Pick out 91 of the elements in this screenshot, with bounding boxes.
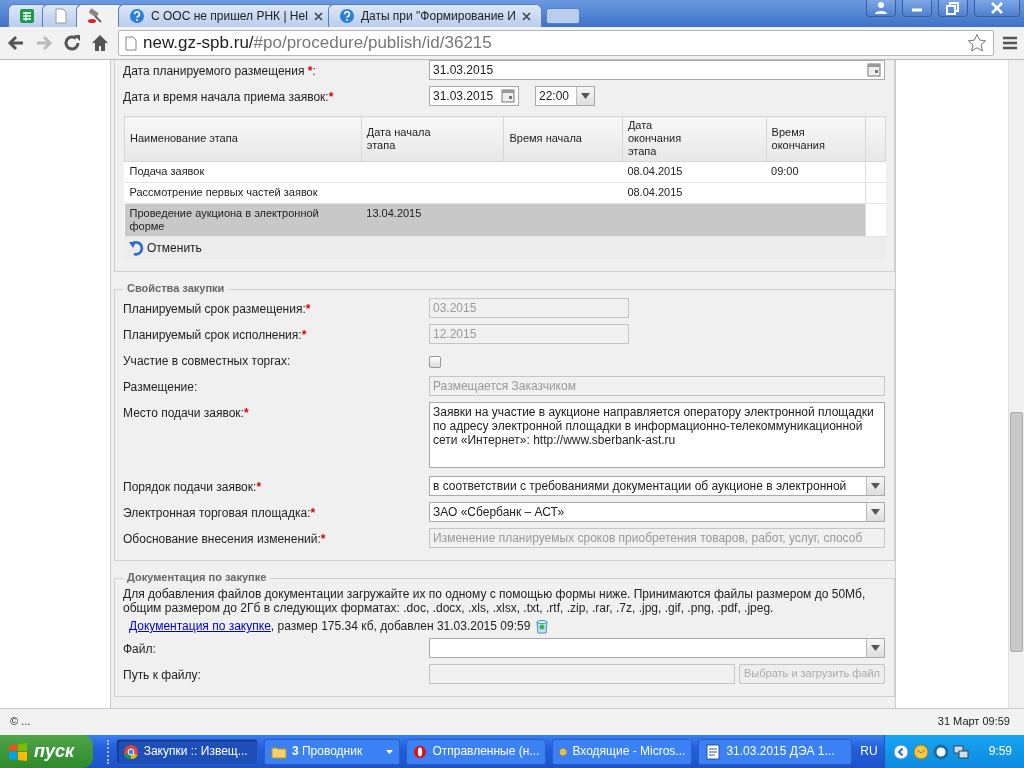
profile-icon[interactable] bbox=[872, 0, 890, 16]
ring-icon[interactable] bbox=[932, 743, 949, 760]
readonly-field: 12.2015 bbox=[429, 323, 629, 344]
page-icon bbox=[53, 8, 69, 24]
caret-icon bbox=[871, 644, 880, 651]
column-header[interactable]: Дата окончания этапа bbox=[622, 116, 767, 162]
time-dropdown[interactable]: 22:00 bbox=[535, 86, 595, 106]
table-cell: 13.04.2015 bbox=[361, 203, 504, 237]
opera-icon bbox=[413, 743, 428, 760]
restore-icon[interactable] bbox=[944, 0, 962, 16]
table-row[interactable]: Проведение аукциона в электронной форме 13.04.2015 bbox=[124, 203, 886, 237]
help-icon bbox=[129, 8, 145, 24]
document-icon bbox=[705, 743, 722, 760]
undo-icon bbox=[128, 239, 146, 256]
section-title: Свойства закупки bbox=[123, 281, 229, 296]
readonly-field: Изменение планируемых сроков приобретения товаров, работ, услуг, способ bbox=[429, 527, 885, 548]
field-label: Дата и время начала приема заявок:* bbox=[123, 89, 335, 105]
text-area[interactable]: Заявки на участие в аукционе направляется оператору электронной площадки по адресу электронной площадки в информационно-телекоммуникационной сети «Интернет»: http://www.sberbank-ast.ru bbox=[429, 401, 885, 468]
calendar-icon[interactable] bbox=[867, 63, 881, 77]
dropdown[interactable]: в соответствии с требованиями документации об аукционе в электронной bbox=[429, 475, 885, 496]
readonly-field: Размещается Заказчиком bbox=[429, 375, 885, 396]
help-icon bbox=[338, 8, 355, 24]
undo-link[interactable]: Отменить bbox=[124, 236, 886, 259]
date-field[interactable]: 31.03.2015 bbox=[429, 86, 519, 106]
table-cell: 08.04.2015 bbox=[622, 182, 767, 204]
language-indicator[interactable]: RU bbox=[860, 744, 878, 759]
field-label: Размещение: bbox=[123, 378, 199, 395]
calendar-icon[interactable] bbox=[501, 89, 515, 103]
new-tab-button[interactable] bbox=[546, 8, 580, 24]
field-label: Файл: bbox=[123, 640, 157, 657]
file-path-field[interactable] bbox=[429, 663, 735, 684]
browser-tab[interactable]: Даты при "Формирование И bbox=[327, 4, 542, 27]
star-icon[interactable] bbox=[967, 33, 987, 53]
field-label: Путь к файлу: bbox=[123, 666, 202, 683]
column-header[interactable]: Дата начала этапа bbox=[361, 116, 504, 162]
page-icon bbox=[125, 35, 137, 51]
taskbar-button[interactable]: Входящие - Micros... bbox=[552, 738, 693, 765]
spreadsheet-icon bbox=[19, 8, 35, 24]
field-label: Дата планируемого размещения *: bbox=[123, 63, 317, 79]
taskbar-button[interactable]: 31.03.2015 ДЭА 1... bbox=[698, 738, 853, 765]
envelope-icon[interactable] bbox=[912, 743, 929, 760]
column-header[interactable]: Время окончания bbox=[766, 116, 866, 162]
table-row[interactable]: Рассмотрение первых частей заявок 08.04.2015 bbox=[124, 182, 886, 204]
gavel-icon bbox=[87, 8, 103, 24]
home-icon[interactable] bbox=[90, 33, 110, 53]
taskbar-button[interactable]: 3 Проводник bbox=[263, 738, 401, 765]
checkbox[interactable] bbox=[429, 355, 441, 368]
dropdown[interactable]: ЗАО «Сбербанк – АСТ» bbox=[429, 501, 885, 522]
taskbar-button[interactable]: Отправленные (н... bbox=[406, 738, 547, 765]
menu-icon[interactable] bbox=[1002, 35, 1018, 51]
table-cell: 08.04.2015 bbox=[622, 161, 767, 183]
network-icon[interactable] bbox=[952, 743, 969, 760]
field-label: Планируемый срок размещения:* bbox=[123, 300, 312, 317]
reload-icon[interactable] bbox=[62, 33, 82, 53]
field-label: Обоснование внесения изменений:* bbox=[123, 530, 327, 547]
chrome-icon bbox=[122, 743, 139, 760]
section-title: Документация по закупке bbox=[123, 570, 271, 585]
chevron-icon[interactable] bbox=[892, 743, 909, 760]
footer-text: © ... bbox=[10, 715, 31, 729]
scrollbar-thumb[interactable] bbox=[1010, 412, 1023, 652]
field-label: Место подачи заявок:* bbox=[123, 404, 250, 421]
clock: 9:59 bbox=[988, 744, 1012, 759]
file-link[interactable]: Документация по закупке bbox=[129, 619, 271, 634]
footer-date: 31 Март 09:59 bbox=[937, 715, 1010, 729]
column-header[interactable]: Наименование этапа bbox=[124, 116, 362, 162]
windows-flag-icon bbox=[8, 742, 28, 761]
taskbar-button[interactable]: Закупки :: Извещ... bbox=[115, 738, 258, 765]
column-header[interactable]: Время начала bbox=[504, 116, 623, 162]
help-text: Для добавления файлов документации загружайте их по одному с помощью формы ниже. Принимаются файлы размером до 50Мб, общим размером до 2Гб в следующих форматах: .doc, .docx, .xls, .xlsx, .txt, .rtf, .zip, .rar, .7z, .jpg, .gif, .png, .pdf, .jpeg. bbox=[123, 586, 867, 615]
field-label: Участие в совместных торгах: bbox=[123, 352, 292, 369]
close-icon[interactable] bbox=[313, 11, 323, 21]
table-cell: Проведение аукциона в электронной форме bbox=[124, 203, 362, 237]
table-row[interactable]: Подача заявок 08.04.2015 09:00 bbox=[124, 161, 886, 183]
date-field[interactable]: 31.03.2015 bbox=[429, 60, 885, 80]
readonly-field: 03.2015 bbox=[429, 297, 629, 318]
close-icon[interactable] bbox=[988, 0, 1006, 16]
field-label: Электронная торговая площадка:* bbox=[123, 504, 317, 521]
close-icon[interactable] bbox=[522, 11, 531, 21]
dropdown[interactable] bbox=[429, 637, 885, 658]
caret-icon bbox=[581, 93, 590, 99]
back-icon[interactable] bbox=[6, 33, 26, 53]
file-info: , размер 175.34 кб, добавлен 31.03.2015 09:59 bbox=[270, 619, 531, 634]
field-label: Планируемый срок исполнения:* bbox=[123, 326, 308, 343]
caret-icon bbox=[871, 482, 880, 489]
table-cell: Подача заявок bbox=[124, 161, 362, 183]
table-cell: Рассмотрение первых частей заявок bbox=[124, 182, 362, 204]
caret-icon bbox=[871, 508, 880, 515]
field-label: Порядок подачи заявок:* bbox=[123, 478, 263, 495]
trash-icon[interactable] bbox=[535, 618, 550, 634]
start-button[interactable]: пуск bbox=[0, 735, 93, 768]
address-bar[interactable]: new.gz-spb.ru/#po/procedure/publish/id/36215 bbox=[118, 30, 994, 56]
